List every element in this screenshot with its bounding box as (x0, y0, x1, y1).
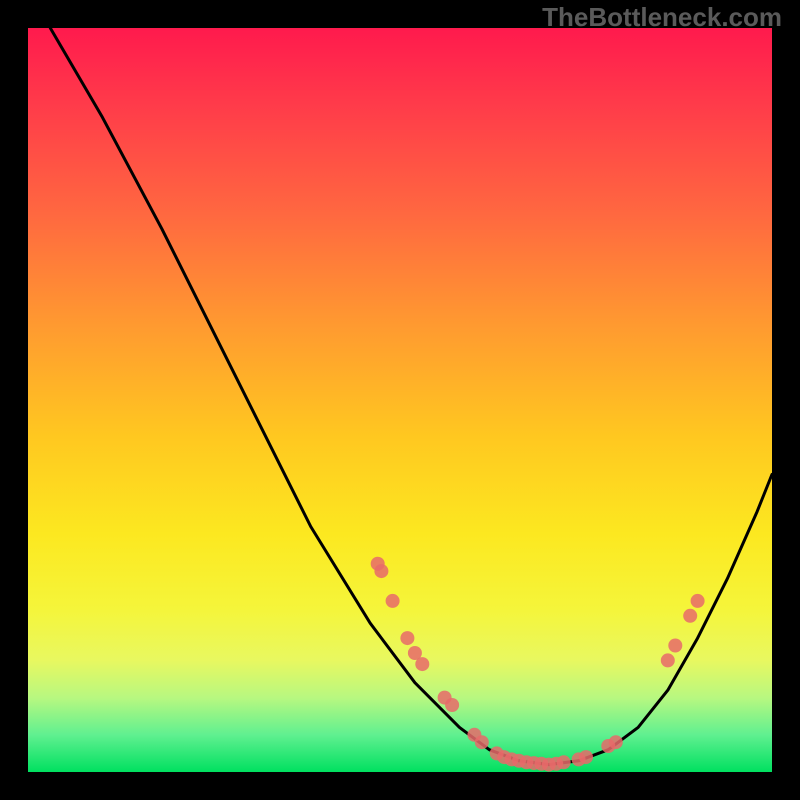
plot-area (28, 28, 772, 772)
chart-frame (28, 28, 772, 772)
watermark-text: TheBottleneck.com (542, 2, 782, 33)
scatter-points (371, 557, 705, 772)
chart-overlay (28, 28, 772, 772)
